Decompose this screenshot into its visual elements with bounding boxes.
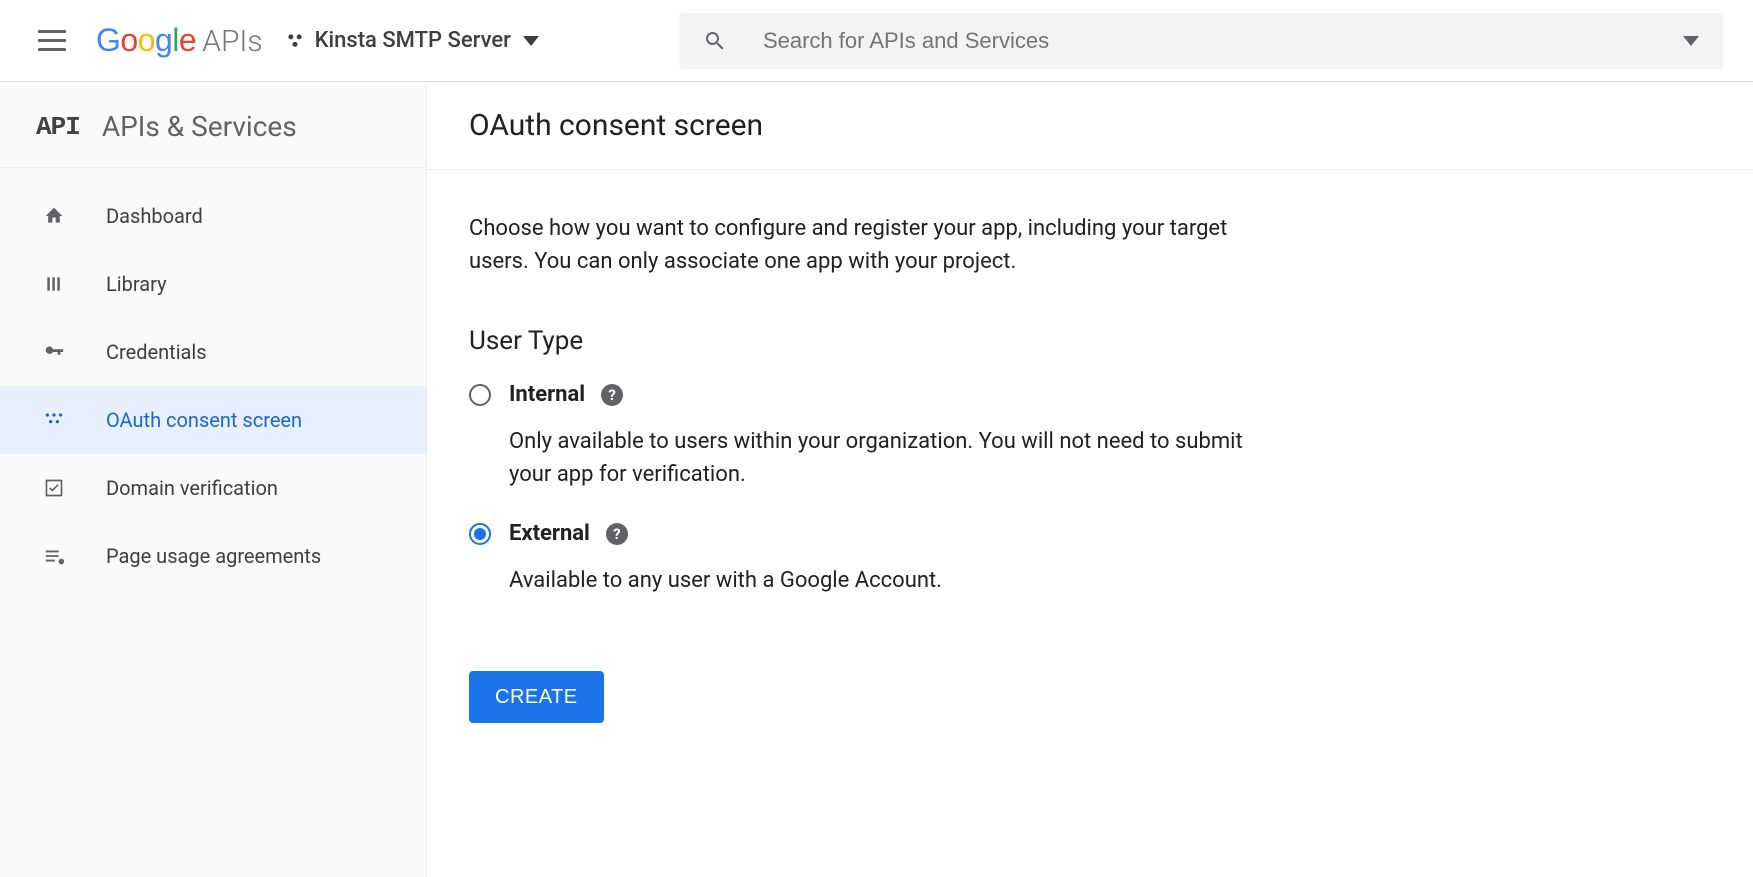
sidebar: API APIs & Services Dashboard Library Cr… [0, 82, 427, 877]
sidebar-item-label: Dashboard [106, 204, 203, 228]
library-icon [42, 274, 66, 294]
radio-internal-desc: Only available to users within your orga… [509, 425, 1285, 491]
radio-internal-label: Internal [509, 382, 585, 407]
search-box[interactable] [679, 13, 1723, 69]
check-icon [42, 478, 66, 498]
search-icon [703, 29, 727, 53]
create-button[interactable]: CREATE [469, 671, 604, 723]
help-icon[interactable]: ? [601, 384, 623, 406]
api-icon: API [36, 112, 80, 142]
oauth-icon [42, 410, 66, 430]
sidebar-header: API APIs & Services [0, 82, 426, 168]
radio-external-row: External ? [469, 521, 1285, 546]
section-user-type: User Type [469, 326, 1285, 356]
sidebar-item-dashboard[interactable]: Dashboard [0, 182, 426, 250]
nav-list: Dashboard Library Credentials OAuth cons… [0, 168, 426, 590]
list-icon [42, 545, 66, 567]
dashboard-icon [42, 206, 66, 226]
content: API APIs & Services Dashboard Library Cr… [0, 82, 1753, 877]
project-icon [285, 31, 305, 51]
sidebar-item-credentials[interactable]: Credentials [0, 318, 426, 386]
key-icon [42, 341, 66, 363]
intro-text: Choose how you want to configure and reg… [469, 212, 1285, 278]
top-bar: Google APIs Kinsta SMTP Server [0, 0, 1753, 82]
radio-external-label: External [509, 521, 590, 546]
main-header: OAuth consent screen [427, 82, 1753, 170]
radio-internal-row: Internal ? [469, 382, 1285, 407]
apis-label: APIs [202, 24, 262, 59]
sidebar-title: APIs & Services [102, 110, 297, 143]
chevron-down-icon [523, 36, 539, 46]
menu-icon[interactable] [38, 27, 66, 55]
main: OAuth consent screen Choose how you want… [427, 82, 1753, 877]
page-title: OAuth consent screen [469, 108, 1753, 143]
project-selector[interactable]: Kinsta SMTP Server [285, 28, 539, 53]
help-icon[interactable]: ? [606, 523, 628, 545]
radio-internal[interactable] [469, 384, 491, 406]
main-body: Choose how you want to configure and reg… [427, 170, 1327, 723]
search-input[interactable] [763, 28, 1671, 54]
google-logo-text: Google [96, 22, 196, 59]
chevron-down-icon[interactable] [1683, 36, 1699, 46]
sidebar-item-label: Credentials [106, 340, 207, 364]
project-name: Kinsta SMTP Server [315, 28, 511, 53]
radio-external-desc: Available to any user with a Google Acco… [509, 564, 1285, 597]
sidebar-item-agreements[interactable]: Page usage agreements [0, 522, 426, 590]
google-apis-logo[interactable]: Google APIs [96, 22, 263, 59]
sidebar-item-label: OAuth consent screen [106, 408, 302, 432]
sidebar-item-label: Domain verification [106, 476, 278, 500]
radio-external[interactable] [469, 523, 491, 545]
sidebar-item-domain[interactable]: Domain verification [0, 454, 426, 522]
sidebar-item-library[interactable]: Library [0, 250, 426, 318]
sidebar-item-label: Page usage agreements [106, 544, 321, 568]
sidebar-item-label: Library [106, 272, 167, 296]
sidebar-item-oauth[interactable]: OAuth consent screen [0, 386, 426, 454]
